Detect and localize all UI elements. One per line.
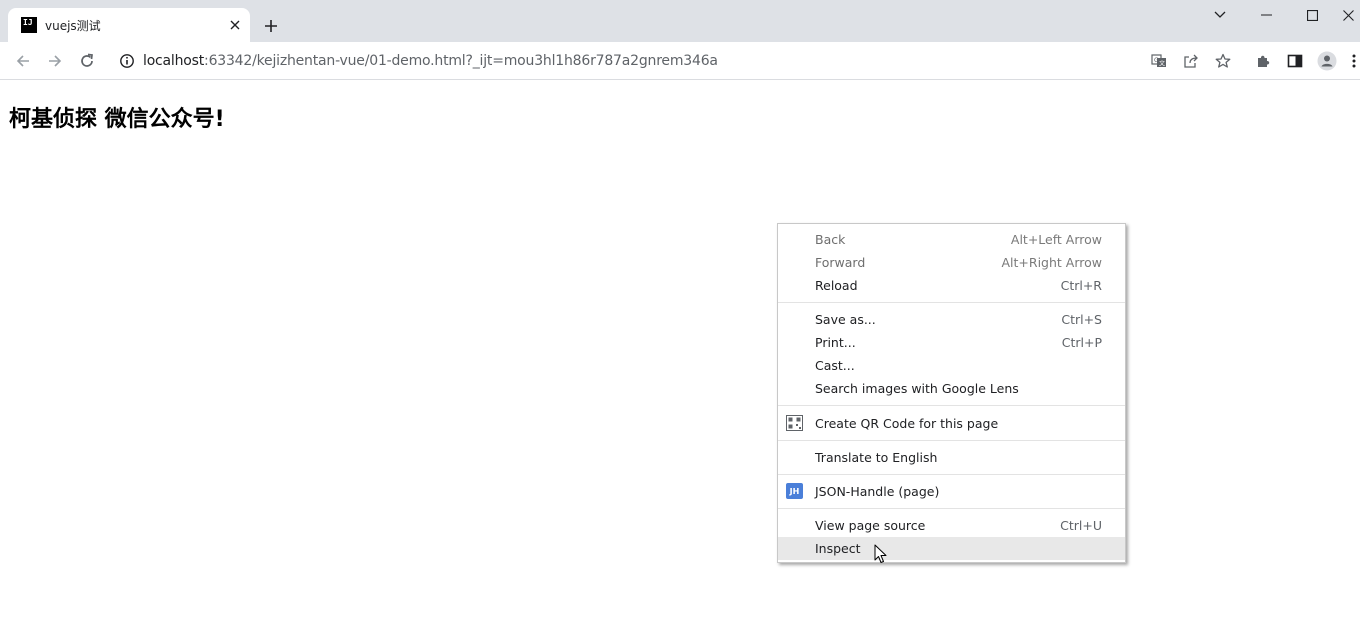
site-info-icon[interactable] (114, 48, 140, 74)
menu-item-reload[interactable]: Reload Ctrl+R (778, 274, 1125, 297)
menu-item-view-source[interactable]: View page source Ctrl+U (778, 514, 1125, 537)
url-path: :63342/kejizhentan-vue/01-demo.html?_ijt… (204, 53, 718, 69)
menu-item-label: JSON-Handle (page) (815, 484, 940, 499)
forward-arrow-icon[interactable] (42, 48, 68, 74)
url-host: localhost (143, 53, 205, 69)
tab-title: vuejs测试 (45, 18, 101, 33)
more-menu-icon[interactable] (1348, 48, 1360, 74)
menu-separator (778, 405, 1125, 406)
menu-item-shortcut: Ctrl+S (1061, 312, 1102, 327)
address-bar[interactable]: localhost:63342/kejizhentan-vue/01-demo.… (143, 52, 718, 70)
maximize-button[interactable] (1289, 0, 1335, 30)
tab-search-chevron-icon[interactable] (1197, 0, 1243, 30)
menu-item-inspect[interactable]: Inspect (778, 537, 1125, 560)
menu-item-label: Inspect (815, 541, 861, 556)
page-heading: 柯基侦探 微信公众号! (9, 107, 225, 132)
menu-separator (778, 474, 1125, 475)
translate-icon[interactable]: G文 (1146, 48, 1172, 74)
mouse-cursor-icon (874, 544, 887, 568)
share-icon[interactable] (1178, 48, 1204, 74)
reload-icon[interactable] (74, 48, 100, 74)
menu-item-label: Translate to English (815, 450, 938, 465)
menu-item-label: Cast... (815, 358, 855, 373)
menu-item-label: Reload (815, 278, 858, 293)
menu-item-json-handle[interactable]: JH JSON-Handle (page) (778, 480, 1125, 503)
context-menu: Back Alt+Left Arrow Forward Alt+Right Ar… (777, 223, 1126, 563)
menu-item-label: Create QR Code for this page (815, 415, 999, 431)
menu-item-cast[interactable]: Cast... (778, 354, 1125, 377)
tab-vuejs[interactable]: IJ vuejs测试 (8, 8, 250, 42)
menu-separator (778, 440, 1125, 441)
menu-item-qr-code[interactable]: Create QR Code for this page (778, 411, 1125, 435)
tab-close-icon[interactable] (226, 16, 244, 34)
extensions-puzzle-icon[interactable] (1250, 48, 1276, 74)
menu-item-shortcut: Alt+Right Arrow (1001, 255, 1103, 270)
minimize-button[interactable] (1243, 0, 1289, 30)
menu-item-label: Search images with Google Lens (815, 381, 1019, 396)
qr-code-icon (786, 415, 803, 431)
menu-separator (778, 302, 1125, 303)
menu-item-print[interactable]: Print... Ctrl+P (778, 331, 1125, 354)
side-panel-icon[interactable] (1282, 48, 1308, 74)
close-window-button[interactable] (1335, 0, 1360, 30)
intellij-favicon-icon: IJ (21, 17, 37, 33)
back-arrow-icon[interactable] (10, 48, 36, 74)
profile-avatar-icon[interactable] (1314, 48, 1340, 74)
menu-item-back[interactable]: Back Alt+Left Arrow (778, 228, 1125, 251)
json-handle-icon: JH (786, 483, 803, 499)
menu-item-shortcut: Ctrl+U (1060, 518, 1102, 533)
menu-item-translate[interactable]: Translate to English (778, 446, 1125, 469)
menu-item-google-lens[interactable]: Search images with Google Lens (778, 377, 1125, 400)
new-tab-button[interactable] (258, 13, 284, 39)
browser-toolbar: localhost:63342/kejizhentan-vue/01-demo.… (0, 42, 1360, 80)
menu-item-forward[interactable]: Forward Alt+Right Arrow (778, 251, 1125, 274)
svg-text:文: 文 (1159, 60, 1165, 68)
menu-item-label: Print... (815, 335, 856, 350)
menu-separator (778, 508, 1125, 509)
tab-strip: IJ vuejs测试 (0, 0, 1360, 42)
menu-item-shortcut: Ctrl+P (1061, 335, 1102, 350)
menu-item-label: Forward (815, 255, 866, 270)
menu-item-label: View page source (815, 518, 926, 533)
menu-item-save-as[interactable]: Save as... Ctrl+S (778, 308, 1125, 331)
menu-item-label: Save as... (815, 312, 876, 327)
menu-item-shortcut: Alt+Left Arrow (1010, 232, 1102, 247)
menu-item-shortcut: Ctrl+R (1060, 278, 1102, 293)
menu-item-label: Back (815, 232, 846, 247)
bookmark-star-icon[interactable] (1210, 48, 1236, 74)
